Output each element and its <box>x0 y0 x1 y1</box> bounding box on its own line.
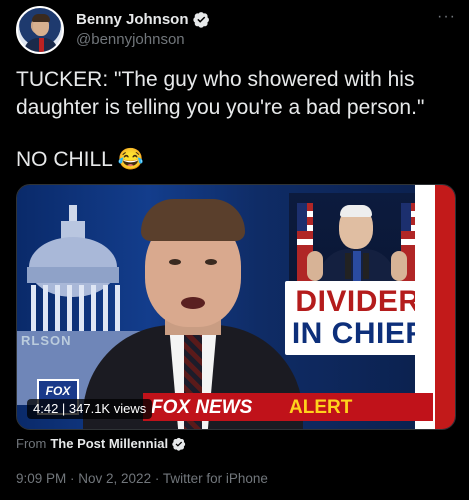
fox-news-alert-banner: FOX NEWS ALERT <box>143 393 433 421</box>
microphone-icon <box>363 253 369 279</box>
biden-tie <box>353 251 361 281</box>
video-duration-views-badge: 4:42 | 347.1K views <box>27 399 153 419</box>
divider-in-chief-graphic: DIVIDER IN CHIEF <box>285 281 431 355</box>
author-name-row: Benny Johnson <box>76 11 210 28</box>
author-avatar[interactable] <box>16 6 64 54</box>
biden-hand-right <box>391 251 407 281</box>
tweet-text-line-1: TUCKER: "The guy who showered with his d… <box>16 68 425 119</box>
video-player[interactable]: RLSON DIVIDER IN CHIEF FOX FOX NEWS ALER… <box>16 184 456 430</box>
author-name[interactable]: Benny Johnson <box>76 11 189 28</box>
tweet-timestamp[interactable]: 9:09 PM · Nov 2, 2022 · Twitter for iPho… <box>16 471 268 486</box>
background-lettering: RLSON <box>21 333 72 348</box>
tweet-header: Benny Johnson @bennyjohnson ··· <box>16 6 456 54</box>
tucker-mouth <box>181 297 205 309</box>
tweet-text-line-2: NO CHILL 😂 <box>16 148 145 171</box>
tweet-body: TUCKER: "The guy who showered with his d… <box>16 66 456 174</box>
alert-brand-text: FOX NEWS <box>151 397 253 418</box>
microphone-icon <box>345 253 351 279</box>
avatar-hair <box>32 14 50 22</box>
source-account-link[interactable]: The Post Millennial <box>50 436 168 451</box>
biden-hair <box>340 205 372 217</box>
tucker-eye-left <box>169 259 181 265</box>
avatar-tie <box>39 38 44 52</box>
more-options-icon[interactable]: ··· <box>437 8 456 26</box>
tucker-hair <box>141 199 245 241</box>
alert-word-text: ALERT <box>289 397 353 418</box>
divider-line-2: IN CHIEF <box>291 317 425 350</box>
biden-hand-left <box>307 251 323 281</box>
from-prefix: From <box>16 436 47 451</box>
verified-badge-icon <box>172 437 186 451</box>
verified-badge-icon <box>192 12 209 28</box>
author-handle[interactable]: @bennyjohnson <box>76 31 185 48</box>
media-attribution: From The Post Millennial <box>16 436 186 451</box>
tucker-eye-right <box>205 259 217 265</box>
divider-line-1: DIVIDER <box>295 285 421 318</box>
